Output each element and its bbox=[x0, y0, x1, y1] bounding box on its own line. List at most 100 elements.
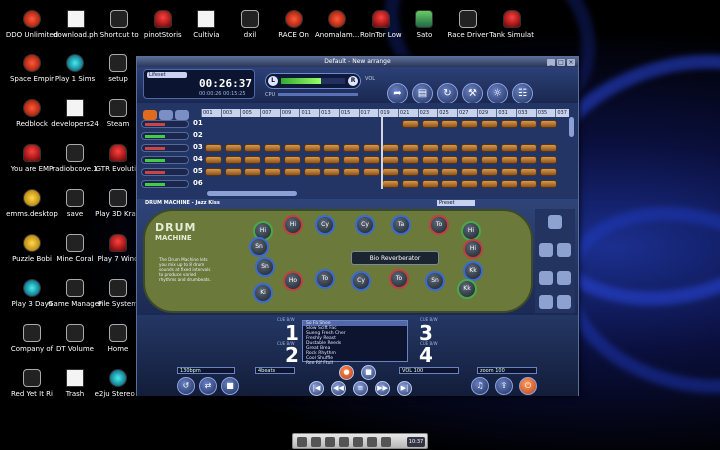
audio-clip[interactable] bbox=[382, 156, 400, 164]
audio-clip[interactable] bbox=[500, 144, 518, 152]
app-icon[interactable] bbox=[367, 437, 377, 447]
playhead[interactable] bbox=[381, 117, 383, 189]
menu-icon[interactable] bbox=[297, 437, 307, 447]
audio-clip[interactable] bbox=[421, 168, 439, 176]
right-channel[interactable]: R bbox=[348, 76, 358, 86]
track-row[interactable]: 01 bbox=[141, 119, 573, 129]
track-row[interactable]: 06 bbox=[141, 179, 573, 189]
audio-clip[interactable] bbox=[303, 156, 321, 164]
audio-clip[interactable] bbox=[402, 156, 419, 164]
audio-clip[interactable] bbox=[480, 168, 498, 176]
audio-clip[interactable] bbox=[264, 156, 282, 164]
audio-clip[interactable] bbox=[342, 156, 360, 164]
transport-button[interactable]: ▶| bbox=[397, 381, 412, 396]
audio-clip[interactable] bbox=[205, 168, 222, 176]
audio-clip[interactable] bbox=[264, 144, 282, 152]
audio-clip[interactable] bbox=[520, 168, 538, 176]
toolbar-button[interactable]: ↻ bbox=[437, 83, 458, 104]
audio-clip[interactable] bbox=[323, 168, 341, 176]
track-row[interactable]: 04 bbox=[141, 155, 573, 165]
clock-field[interactable]: Lifeset bbox=[147, 72, 187, 78]
shuffle-button[interactable]: ⇄ bbox=[199, 377, 217, 395]
audio-clip[interactable] bbox=[264, 168, 282, 176]
audio-clip[interactable] bbox=[539, 168, 557, 176]
volume-field[interactable]: VOL 100 bbox=[399, 367, 459, 374]
audio-clip[interactable] bbox=[441, 168, 459, 176]
audio-clip[interactable] bbox=[421, 156, 439, 164]
maximize-button[interactable]: □ bbox=[557, 59, 565, 66]
audio-clip[interactable] bbox=[402, 144, 419, 152]
effect-name[interactable]: Bio Reverberator bbox=[351, 251, 439, 265]
audio-clip[interactable] bbox=[461, 120, 479, 128]
vertical-scrollbar[interactable] bbox=[569, 117, 574, 137]
beats-field[interactable]: 4beats bbox=[255, 367, 295, 374]
desktop-icon[interactable]: Tank Simulat bbox=[484, 10, 540, 52]
tempo-up-button[interactable] bbox=[539, 243, 553, 257]
track-name[interactable] bbox=[141, 156, 189, 164]
audio-clip[interactable] bbox=[382, 180, 400, 188]
audio-clip[interactable] bbox=[539, 180, 557, 188]
preset-select[interactable]: Preset bbox=[437, 200, 475, 206]
audio-clip[interactable] bbox=[362, 168, 380, 176]
export-button[interactable]: ⇪ bbox=[495, 377, 513, 395]
drum-pad[interactable]: Cy bbox=[315, 215, 335, 235]
drum-pad[interactable]: Sn bbox=[255, 257, 275, 277]
transport-button[interactable]: ≡ bbox=[353, 381, 368, 396]
audio-clip[interactable] bbox=[520, 120, 538, 128]
audio-clip[interactable] bbox=[441, 156, 459, 164]
tempo-down-button[interactable] bbox=[557, 243, 571, 257]
audio-clip[interactable] bbox=[539, 156, 557, 164]
transport-button[interactable]: |◀ bbox=[309, 381, 324, 396]
sample-playlist[interactable]: So Fa Shee Slow Scift Fac Sueng Fresh Cher… bbox=[302, 320, 408, 366]
toolbar-button[interactable]: ☷ bbox=[512, 83, 533, 104]
track-name[interactable] bbox=[141, 144, 189, 152]
stop-button[interactable]: ■ bbox=[361, 365, 376, 380]
master-mixer[interactable]: L R bbox=[265, 73, 361, 89]
deck-4[interactable]: 4 bbox=[419, 343, 433, 367]
audio-clip[interactable] bbox=[441, 120, 459, 128]
audio-clip[interactable] bbox=[500, 168, 518, 176]
track-row[interactable]: 03 bbox=[141, 143, 573, 153]
audio-clip[interactable] bbox=[224, 144, 242, 152]
transport-button[interactable]: ▶▶ bbox=[375, 381, 390, 396]
left-channel[interactable]: L bbox=[268, 76, 278, 86]
settings-icon[interactable] bbox=[381, 437, 391, 447]
audio-clip[interactable] bbox=[402, 120, 419, 128]
track-row[interactable]: 05 bbox=[141, 167, 573, 177]
playlist-item[interactable]: Ree Rif Ftoll bbox=[303, 361, 407, 366]
audio-clip[interactable] bbox=[421, 120, 439, 128]
audio-clip[interactable] bbox=[500, 156, 518, 164]
prev-drum-button[interactable] bbox=[539, 295, 553, 309]
toolbar-button[interactable]: ➦ bbox=[387, 83, 408, 104]
audio-clip[interactable] bbox=[283, 156, 301, 164]
drum-pad[interactable]: To bbox=[315, 269, 335, 289]
track-name[interactable] bbox=[141, 132, 189, 140]
bpm-field[interactable]: 130bpm bbox=[177, 367, 235, 374]
next-drum-button[interactable] bbox=[557, 295, 571, 309]
audio-clip[interactable] bbox=[500, 120, 518, 128]
audio-clip[interactable] bbox=[441, 180, 459, 188]
audio-clip[interactable] bbox=[402, 168, 419, 176]
audio-clip[interactable] bbox=[323, 156, 341, 164]
network-icon[interactable] bbox=[311, 437, 321, 447]
drum-pad[interactable]: Cy bbox=[355, 215, 375, 235]
record-button[interactable]: ● bbox=[339, 365, 354, 380]
browser-icon[interactable] bbox=[339, 437, 349, 447]
audio-clip[interactable] bbox=[421, 180, 439, 188]
audio-clip[interactable] bbox=[520, 156, 538, 164]
drum-pad[interactable]: Hi bbox=[461, 221, 481, 241]
audio-clip[interactable] bbox=[283, 168, 301, 176]
mixer-button[interactable]: ♫ bbox=[471, 377, 489, 395]
loop-button[interactable]: ↺ bbox=[177, 377, 195, 395]
audio-clip[interactable] bbox=[500, 180, 518, 188]
drum-pad[interactable]: Sn bbox=[425, 271, 445, 291]
audio-clip[interactable] bbox=[520, 144, 538, 152]
toolbar-button[interactable]: ☼ bbox=[487, 83, 508, 104]
audio-clip[interactable] bbox=[244, 156, 262, 164]
audio-clip[interactable] bbox=[342, 168, 360, 176]
close-button[interactable]: × bbox=[567, 59, 575, 66]
deck-2[interactable]: 2 bbox=[285, 343, 299, 367]
audio-clip[interactable] bbox=[441, 144, 459, 152]
zoom-field[interactable]: zoom 100 bbox=[477, 367, 537, 374]
audio-clip[interactable] bbox=[461, 168, 479, 176]
